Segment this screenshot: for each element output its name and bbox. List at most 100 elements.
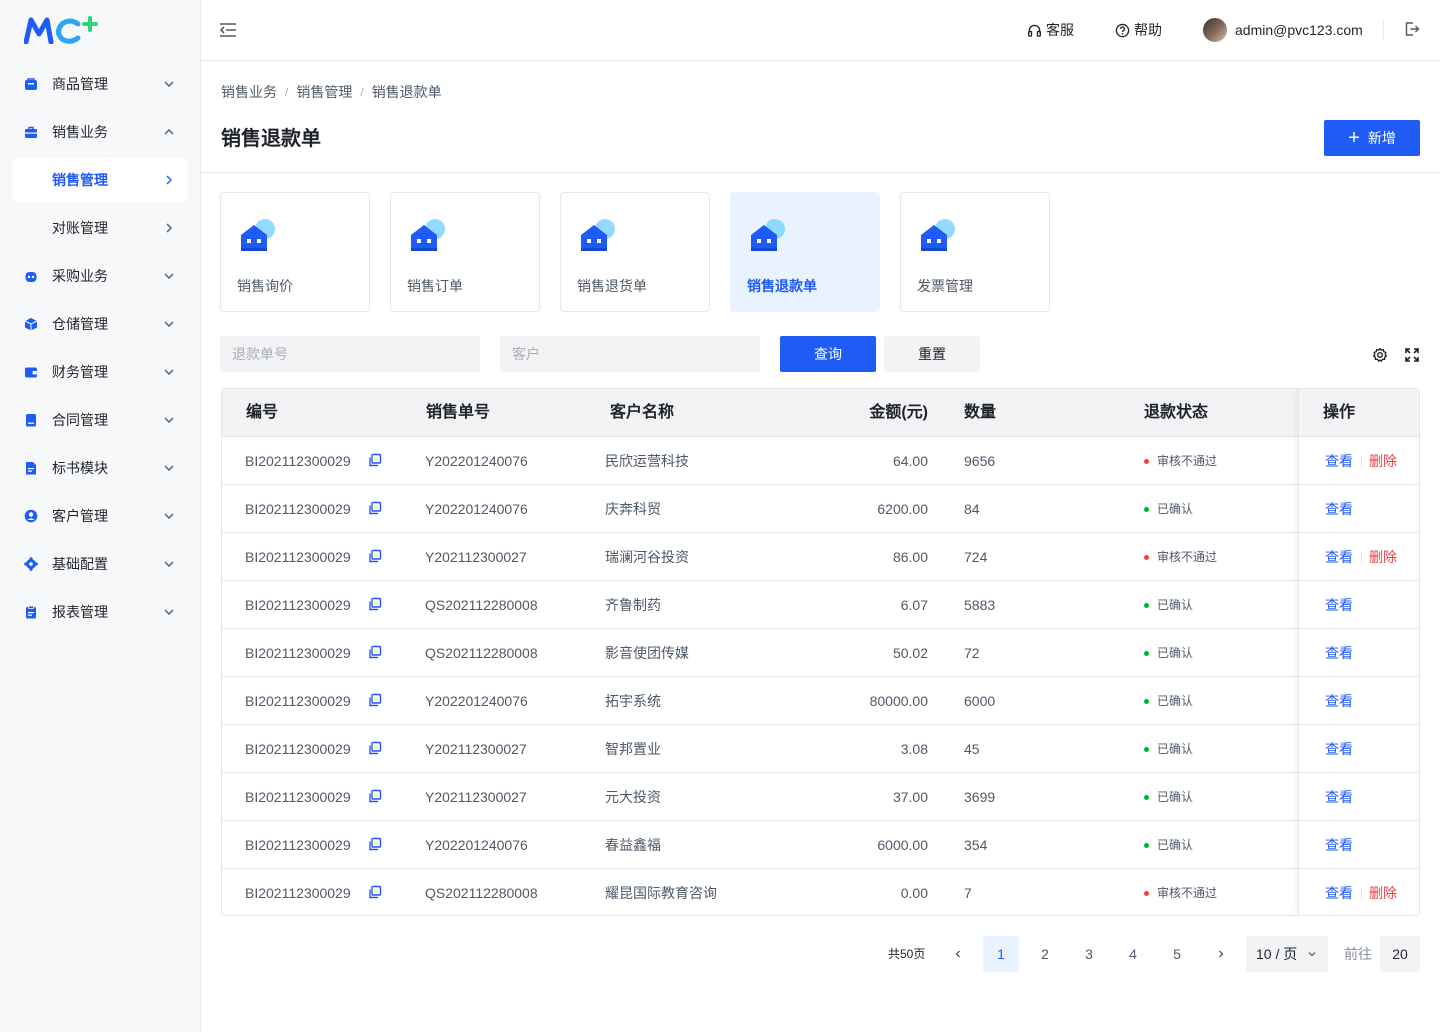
sidebar-item[interactable]: 销售管理 (12, 158, 188, 202)
sidebar-item[interactable]: 商品管理 (12, 62, 188, 106)
cell-customer: 瑞澜河谷投资 (605, 549, 689, 565)
avatar[interactable] (1203, 18, 1227, 42)
view-link[interactable]: 查看 (1325, 548, 1353, 566)
breadcrumb: 销售业务 / 销售管理 / 销售退款单 (221, 83, 442, 101)
chevron-left-icon (955, 950, 960, 958)
sidebar-item[interactable]: 报表管理 (12, 590, 188, 634)
cell-id: BI202112300029 (245, 453, 351, 469)
cell-amount: 6200.00 (877, 501, 928, 517)
logout-icon[interactable] (1404, 21, 1420, 37)
status-dot (1144, 458, 1149, 464)
sidebar-item[interactable]: 合同管理 (12, 398, 188, 442)
sidebar-item[interactable]: 财务管理 (12, 350, 188, 394)
query-button[interactable]: 查询 (780, 336, 876, 372)
view-link[interactable]: 查看 (1325, 500, 1353, 518)
copy-icon[interactable] (368, 693, 382, 707)
cell-amount: 6000.00 (877, 837, 928, 853)
view-link[interactable]: 查看 (1325, 692, 1353, 710)
nav-card-label: 销售订单 (407, 278, 463, 294)
next-page-button[interactable] (1203, 936, 1239, 972)
copy-icon[interactable] (368, 741, 382, 755)
table-row: BI202112300029 Y202112300027 智邦置业 3.08 45 已确认 (222, 725, 1419, 773)
settings-gear-icon[interactable] (1372, 347, 1388, 363)
customer-input[interactable] (500, 336, 760, 372)
chevron-right-icon (1219, 950, 1224, 958)
refund-table: 编号 销售单号 客户名称 金额(元) 数量 退款状态 BI20211230002… (221, 388, 1420, 916)
top-header: 客服 帮助 admin@pvc123.com (201, 0, 1440, 61)
nav-card[interactable]: 销售询价 (220, 192, 370, 312)
menu-collapse-icon[interactable] (219, 21, 237, 39)
copy-icon[interactable] (368, 837, 382, 851)
page-number-button[interactable]: 4 (1115, 936, 1151, 972)
sidebar-item[interactable]: 销售业务 (12, 110, 188, 154)
nav-card[interactable]: 销售退款单 (730, 192, 880, 312)
cell-qty: 5883 (964, 597, 996, 613)
page-number-button[interactable]: 1 (983, 936, 1019, 972)
copy-icon[interactable] (368, 549, 382, 563)
table-row: BI202112300029 QS202112280008 齐鲁制药 6.07 5883… (222, 581, 1419, 629)
copy-icon[interactable] (368, 453, 382, 467)
operation-separator (1361, 551, 1362, 563)
add-button[interactable]: + 新增 (1324, 120, 1420, 156)
view-link[interactable]: 查看 (1325, 740, 1353, 758)
fullscreen-icon[interactable] (1404, 347, 1420, 363)
table-row: BI202112300029 Y202201240076 拓宇系统 80000.00 6… (222, 677, 1419, 725)
cell-amount: 64.00 (892, 453, 928, 469)
copy-icon[interactable] (368, 501, 382, 515)
nav-card[interactable]: 发票管理 (900, 192, 1050, 312)
customer-service-link[interactable]: 客服 (1027, 20, 1074, 40)
sidebar-item[interactable]: 标书模块 (12, 446, 188, 490)
page-number-button[interactable]: 3 (1071, 936, 1107, 972)
sidebar-item[interactable]: 采购业务 (12, 254, 188, 298)
view-link[interactable]: 查看 (1325, 788, 1353, 806)
copy-icon[interactable] (368, 885, 382, 899)
cell-customer: 春益鑫福 (605, 837, 661, 853)
breadcrumb-item[interactable]: 销售业务 (221, 83, 277, 101)
refund-no-input[interactable] (220, 336, 480, 372)
reset-button[interactable]: 重置 (884, 336, 980, 372)
view-link[interactable]: 查看 (1325, 452, 1353, 470)
chevron-down-icon (164, 321, 174, 327)
user-email[interactable]: admin@pvc123.com (1235, 20, 1363, 40)
operations-cell: 查看 (1299, 725, 1419, 773)
column-header-order-no: 销售单号 (426, 404, 491, 421)
nav-card[interactable]: 销售订单 (390, 192, 540, 312)
copy-icon[interactable] (368, 645, 382, 659)
status-dot (1144, 890, 1149, 896)
pagination-total: 共50页 (888, 947, 926, 961)
page-number-button[interactable]: 2 (1027, 936, 1063, 972)
cell-id: BI202112300029 (245, 693, 351, 709)
cell-id: BI202112300029 (245, 645, 351, 661)
sidebar-item[interactable]: 对账管理 (12, 206, 188, 250)
prev-page-button[interactable] (940, 936, 976, 972)
nav-card-label: 发票管理 (917, 278, 973, 294)
view-link[interactable]: 查看 (1325, 644, 1353, 662)
breadcrumb-item[interactable]: 销售管理 (296, 83, 352, 101)
sidebar-item[interactable]: 仓储管理 (12, 302, 188, 346)
page-number-button[interactable]: 5 (1159, 936, 1195, 972)
cell-qty: 9656 (964, 453, 996, 469)
sidebar-item[interactable]: 基础配置 (12, 542, 188, 586)
cell-customer: 民欣运营科技 (605, 453, 689, 469)
delete-link[interactable]: 删除 (1369, 884, 1397, 902)
help-link[interactable]: 帮助 (1115, 20, 1162, 40)
view-link[interactable]: 查看 (1325, 884, 1353, 902)
sidebar-item-label: 销售管理 (52, 172, 108, 188)
plus-icon: + (1348, 127, 1360, 149)
status-badge: 已确认 (1144, 596, 1193, 614)
cell-customer: 耀昆国际教育咨询 (605, 885, 717, 901)
sidebar-item[interactable]: 客户管理 (12, 494, 188, 538)
briefcase-icon (25, 126, 37, 138)
delete-link[interactable]: 删除 (1369, 548, 1397, 566)
copy-icon[interactable] (368, 789, 382, 803)
page-size-select[interactable]: 10 / 页 (1246, 936, 1328, 972)
nav-card[interactable]: 销售退货单 (560, 192, 710, 312)
goto-page-input[interactable] (1380, 936, 1420, 972)
sidebar-item-label: 报表管理 (52, 604, 108, 620)
cell-id: BI202112300029 (245, 549, 351, 565)
view-link[interactable]: 查看 (1325, 596, 1353, 614)
delete-link[interactable]: 删除 (1369, 452, 1397, 470)
status-dot (1144, 842, 1149, 848)
copy-icon[interactable] (368, 597, 382, 611)
view-link[interactable]: 查看 (1325, 836, 1353, 854)
